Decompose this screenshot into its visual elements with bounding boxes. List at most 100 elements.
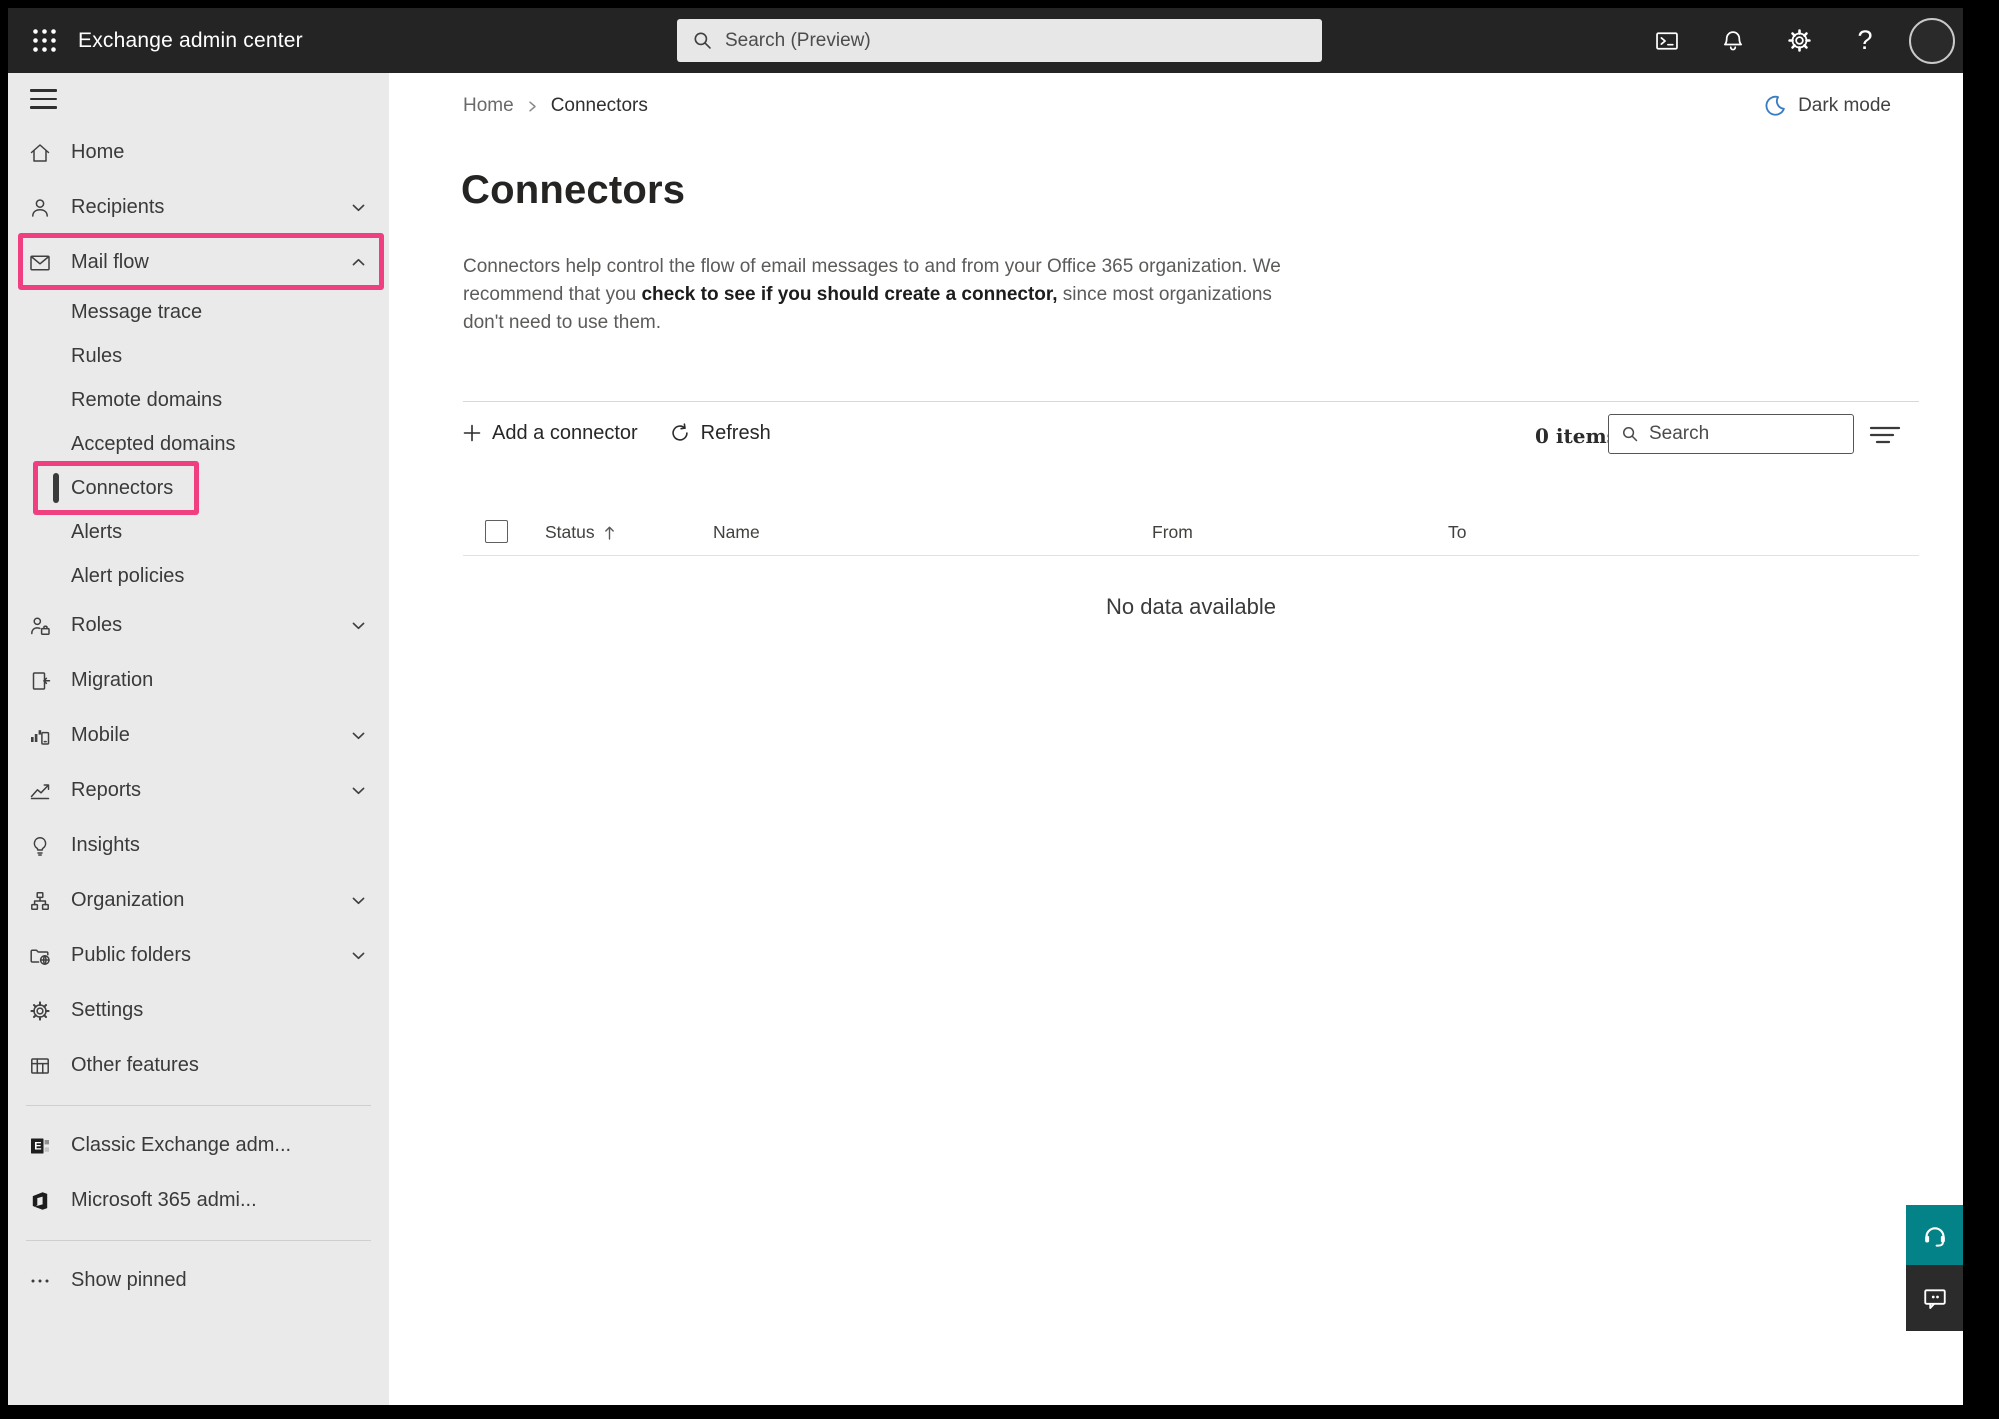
sidebar-item-label: Remote domains: [71, 389, 222, 412]
sidebar-item-mail-flow[interactable]: Mail flow: [8, 235, 389, 290]
breadcrumb: Home Connectors: [463, 95, 648, 117]
global-search-input[interactable]: [725, 30, 1308, 52]
sidebar-item-label: Message trace: [71, 301, 202, 324]
sidebar-item-label: Public folders: [71, 944, 191, 967]
nav-collapse-button[interactable]: [30, 89, 57, 109]
chevron-down-icon: [350, 892, 367, 909]
microsoft-365-logo-icon: [28, 1189, 52, 1213]
person-briefcase-icon: [28, 614, 52, 638]
description-link[interactable]: check to see if you should create a conn…: [641, 284, 1057, 305]
app-launcher-button[interactable]: [22, 19, 66, 63]
sidebar-item-reports[interactable]: Reports: [8, 763, 389, 818]
page-description: Connectors help control the flow of emai…: [463, 253, 1315, 337]
list-search-box[interactable]: [1608, 414, 1854, 454]
chevron-down-icon: [350, 199, 367, 216]
sidebar-item-label: Home: [71, 141, 124, 164]
table-header-row: Status Name From To: [463, 509, 1919, 556]
sidebar-item-alerts[interactable]: Alerts: [8, 510, 389, 554]
terminal-icon: [1654, 28, 1680, 54]
sidebar-item-accepted-domains[interactable]: Accepted domains: [8, 422, 389, 466]
sidebar-item-label: Connectors: [71, 477, 173, 500]
sidebar-item-recipients[interactable]: Recipients: [8, 180, 389, 235]
toolbar-divider: [463, 401, 1919, 402]
add-connector-button[interactable]: Add a connector: [461, 422, 638, 445]
sidebar-item-public-folders[interactable]: Public folders: [8, 928, 389, 983]
table-grid-icon: [28, 1054, 52, 1078]
chevron-down-icon: [350, 782, 367, 799]
folder-globe-icon: [28, 944, 52, 968]
breadcrumb-home-link[interactable]: Home: [463, 95, 514, 117]
page-title: Connectors: [461, 168, 685, 213]
column-label: To: [1448, 522, 1466, 542]
settings-gear-button[interactable]: [1777, 19, 1821, 63]
org-chart-icon: [28, 889, 52, 913]
ellipsis-icon: [28, 1269, 52, 1293]
chart-phone-icon: [28, 724, 52, 748]
list-search-input[interactable]: [1649, 423, 1842, 445]
sidebar-item-mobile[interactable]: Mobile: [8, 708, 389, 763]
mail-icon: [28, 251, 52, 275]
sidebar-item-label: Accepted domains: [71, 433, 236, 456]
sidebar-item-settings[interactable]: Settings: [8, 983, 389, 1038]
feedback-chat-icon: [1920, 1283, 1950, 1313]
breadcrumb-current: Connectors: [551, 95, 648, 117]
account-avatar[interactable]: [1909, 18, 1955, 64]
sidebar-item-message-trace[interactable]: Message trace: [8, 290, 389, 334]
dark-mode-label: Dark mode: [1798, 95, 1891, 117]
chevron-down-icon: [350, 947, 367, 964]
gear-icon: [28, 999, 52, 1023]
powershell-button[interactable]: [1645, 19, 1689, 63]
chevron-up-icon: [350, 254, 367, 271]
search-icon: [1620, 424, 1640, 444]
sidebar-item-label: Reports: [71, 779, 141, 802]
feedback-button[interactable]: [1906, 1265, 1963, 1331]
sidebar-item-connectors[interactable]: Connectors: [8, 466, 389, 510]
refresh-button[interactable]: Refresh: [668, 421, 771, 445]
sidebar-item-show-pinned[interactable]: Show pinned: [8, 1253, 389, 1308]
select-all-checkbox[interactable]: [485, 520, 508, 543]
list-toolbar: Add a connector Refresh: [461, 413, 771, 453]
sidebar-item-label: Insights: [71, 834, 140, 857]
column-header-to[interactable]: To: [1448, 522, 1466, 543]
sidebar-item-label: Alerts: [71, 521, 122, 544]
column-header-name[interactable]: Name: [713, 522, 760, 543]
person-icon: [28, 196, 52, 220]
sidebar-item-other-features[interactable]: Other features: [8, 1038, 389, 1093]
column-header-from[interactable]: From: [1152, 522, 1193, 543]
sidebar-item-label: Recipients: [71, 196, 164, 219]
main-content: Home Connectors Dark mode Connectors Con…: [389, 73, 1963, 1405]
filter-button[interactable]: [1865, 419, 1905, 451]
search-icon: [691, 29, 714, 52]
global-search-box[interactable]: [677, 19, 1322, 62]
left-nav: Home Recipients Mail flow: [8, 73, 389, 1405]
sidebar-item-rules[interactable]: Rules: [8, 334, 389, 378]
headset-icon: [1920, 1220, 1950, 1250]
sidebar-divider: [26, 1240, 371, 1241]
sidebar-item-remote-domains[interactable]: Remote domains: [8, 378, 389, 422]
gear-icon: [1786, 27, 1813, 54]
sidebar-item-label: Migration: [71, 669, 153, 692]
sidebar-item-label: Alert policies: [71, 565, 184, 588]
sidebar-item-alert-policies[interactable]: Alert policies: [8, 554, 389, 598]
sidebar-item-microsoft-365-admin[interactable]: Microsoft 365 admi...: [8, 1173, 389, 1228]
svg-text:E: E: [34, 1140, 41, 1152]
filter-icon: [1868, 421, 1902, 449]
sidebar-item-label: Mail flow: [71, 251, 149, 274]
add-connector-label: Add a connector: [492, 422, 638, 445]
sidebar-item-home[interactable]: Home: [8, 125, 389, 180]
plus-icon: [461, 422, 483, 444]
column-header-status[interactable]: Status: [545, 522, 616, 543]
sidebar-item-classic-exchange[interactable]: E Classic Exchange adm...: [8, 1118, 389, 1173]
sidebar-item-label: Roles: [71, 614, 122, 637]
sidebar-item-organization[interactable]: Organization: [8, 873, 389, 928]
chevron-down-icon: [350, 617, 367, 634]
support-button[interactable]: [1906, 1205, 1963, 1265]
sidebar-item-insights[interactable]: Insights: [8, 818, 389, 873]
notifications-button[interactable]: [1711, 19, 1755, 63]
dark-mode-toggle[interactable]: Dark mode: [1762, 93, 1891, 119]
sidebar-item-label: Organization: [71, 889, 184, 912]
help-button[interactable]: ?: [1843, 19, 1887, 63]
app-window: Exchange admin center: [8, 8, 1963, 1405]
sidebar-item-roles[interactable]: Roles: [8, 598, 389, 653]
sidebar-item-migration[interactable]: Migration: [8, 653, 389, 708]
